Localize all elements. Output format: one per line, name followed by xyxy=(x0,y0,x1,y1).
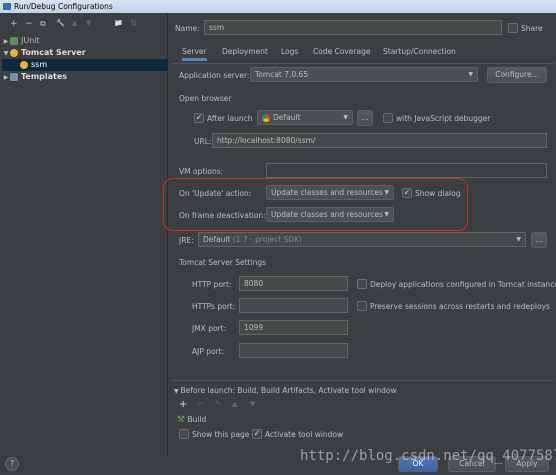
share-label: Share xyxy=(521,24,543,33)
window-titlebar: Run/Debug Configurations xyxy=(0,0,556,13)
chevron-right-icon[interactable]: ▶ xyxy=(2,72,10,84)
ajp-port-field[interactable] xyxy=(239,343,348,358)
before-launch-divider xyxy=(172,380,554,381)
build-task-item[interactable]: ⚒ Build xyxy=(177,415,206,425)
app-server-label: Application server: xyxy=(179,71,250,80)
move-down-icon[interactable]: ▼ xyxy=(86,19,91,27)
tab-divider xyxy=(172,63,554,64)
tab-startup-connection[interactable]: Startup/Connection xyxy=(383,47,456,61)
tomcat-icon xyxy=(10,48,18,57)
sort-icon[interactable]: ⇅ xyxy=(130,19,138,29)
http-port-field[interactable]: 8080 xyxy=(239,276,348,291)
show-page-checkbox[interactable] xyxy=(179,429,189,439)
tab-server[interactable]: Server xyxy=(182,47,207,61)
share-checkbox[interactable] xyxy=(508,23,518,33)
highlight-annotation xyxy=(163,178,468,231)
url-label: URL: xyxy=(194,137,212,146)
remove-task-icon[interactable]: − xyxy=(197,399,205,409)
window-title: Run/Debug Configurations xyxy=(14,2,113,11)
ajp-port-label: AJP port: xyxy=(192,347,225,356)
wrench-icon[interactable]: 🔧 xyxy=(56,19,65,27)
jmx-port-field[interactable]: 1099 xyxy=(239,320,348,335)
js-debugger-label: with JavaScript debugger xyxy=(396,114,491,123)
move-up-icon[interactable]: ▲ xyxy=(232,400,237,408)
chrome-icon xyxy=(262,114,270,122)
https-port-label: HTTPs port: xyxy=(192,302,236,311)
hammer-icon: ⚒ xyxy=(177,415,186,425)
activate-tool-window-checkbox[interactable]: ✓ xyxy=(252,429,262,439)
chevron-down-icon: ▼ xyxy=(468,71,473,78)
remove-icon[interactable]: − xyxy=(25,19,33,29)
after-launch-checkbox[interactable]: ✓ xyxy=(194,113,204,123)
tomcat-icon xyxy=(20,60,28,69)
browser-more-button[interactable]: ... xyxy=(357,110,373,126)
deploy-apps-label: Deploy applications configured in Tomcat… xyxy=(370,280,556,289)
preserve-sessions-label: Preserve sessions across restarts and re… xyxy=(370,302,550,311)
jmx-port-label: JMX port: xyxy=(192,324,227,333)
tomcat-settings-section: Tomcat Server Settings xyxy=(179,258,266,267)
tree-item-junit[interactable]: ▶ JUnit xyxy=(2,35,168,47)
watermark-text: http://blog.csdn.net/qq_40775879 xyxy=(300,448,556,464)
name-field[interactable]: ssm xyxy=(204,20,502,35)
name-label: Name: xyxy=(175,24,200,33)
deploy-apps-checkbox[interactable] xyxy=(357,279,367,289)
http-port-label: HTTP port: xyxy=(192,280,232,289)
tree-item-ssm[interactable]: ssm xyxy=(2,59,168,71)
jre-label: JRE: xyxy=(179,236,194,245)
edit-task-icon[interactable]: ✎ xyxy=(215,399,222,408)
tree-item-templates[interactable]: ▶ Templates xyxy=(2,71,168,83)
url-field[interactable]: http://localhost:8080/ssm/ xyxy=(212,133,547,148)
add-task-icon[interactable]: + xyxy=(179,399,187,410)
config-tree-panel: + − ⧉ 🔧 ▲ ▼ 📁 ⇅ ▶ JUnit ▼ Tomcat Server ss… xyxy=(2,13,168,455)
js-debugger-checkbox[interactable] xyxy=(383,113,393,123)
app-icon xyxy=(3,3,11,10)
vm-options-field[interactable] xyxy=(266,163,547,178)
tab-logs[interactable]: Logs xyxy=(281,47,298,61)
open-browser-section: Open browser xyxy=(179,94,232,103)
jre-select[interactable]: Default (1.7 - project SDK) ▼ xyxy=(198,232,526,247)
activate-tool-window-label: Activate tool window xyxy=(265,430,344,439)
vm-options-label: VM options: xyxy=(179,167,224,176)
app-server-select[interactable]: Tomcat 7.0.65 ▼ xyxy=(250,67,478,82)
jre-more-button[interactable]: ... xyxy=(531,232,547,248)
folder-icon[interactable]: 📁 xyxy=(114,19,123,27)
tab-deployment[interactable]: Deployment xyxy=(222,47,268,61)
configure-button[interactable]: Configure... xyxy=(487,67,547,83)
chevron-down-icon: ▼ xyxy=(343,114,348,121)
copy-icon[interactable]: ⧉ xyxy=(40,19,46,29)
before-launch-title[interactable]: ▼ Before launch: Build, Build Artifacts,… xyxy=(174,386,397,395)
help-button[interactable]: ? xyxy=(5,457,19,471)
tab-code-coverage[interactable]: Code Coverage xyxy=(313,47,371,61)
move-up-icon[interactable]: ▲ xyxy=(72,19,77,27)
show-page-label: Show this page xyxy=(192,430,250,439)
junit-icon xyxy=(10,36,18,45)
after-launch-label: After launch xyxy=(207,114,253,123)
https-port-field[interactable] xyxy=(239,298,348,313)
move-down-icon[interactable]: ▼ xyxy=(250,400,255,408)
chevron-down-icon: ▼ xyxy=(516,236,521,243)
browser-select[interactable]: Default ▼ xyxy=(257,110,353,125)
tree-item-tomcat-server[interactable]: ▼ Tomcat Server xyxy=(2,47,168,59)
preserve-sessions-checkbox[interactable] xyxy=(357,301,367,311)
wrench-icon xyxy=(10,72,18,81)
add-icon[interactable]: + xyxy=(10,19,18,29)
